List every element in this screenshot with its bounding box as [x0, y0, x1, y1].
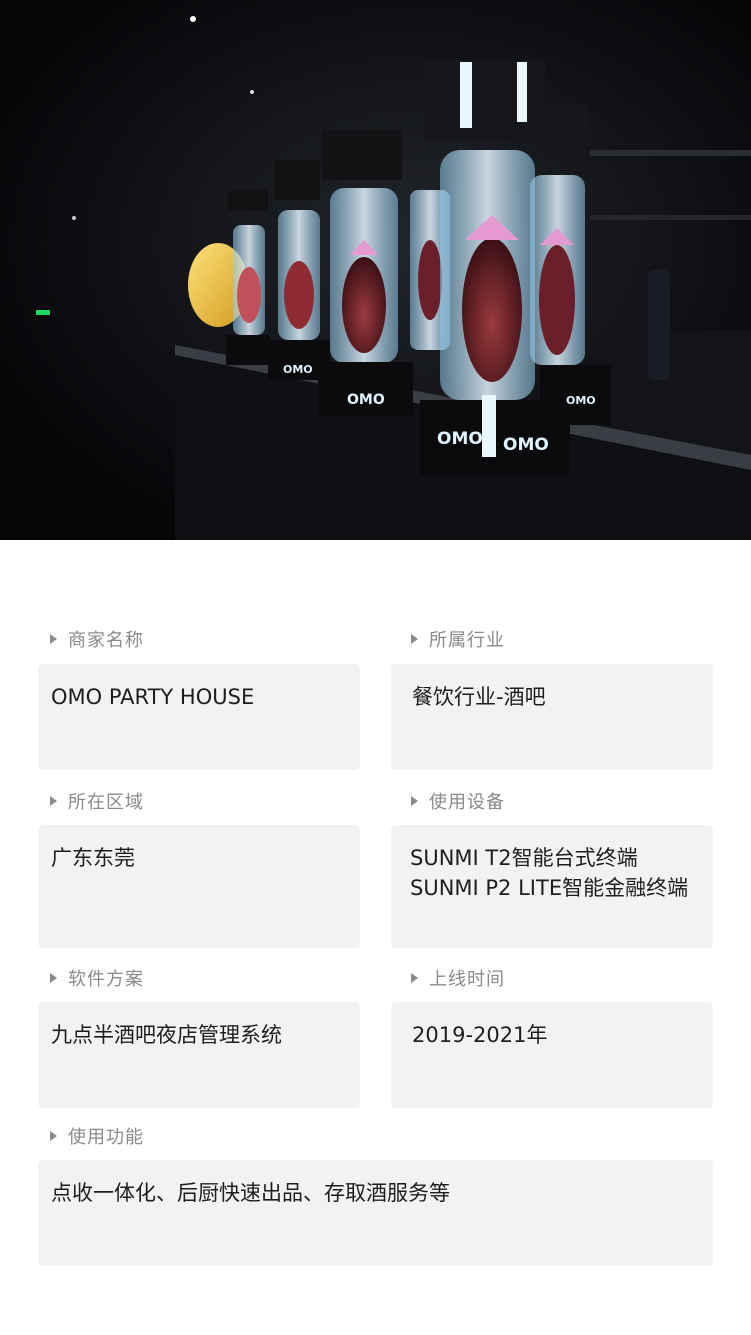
features-value-box: 点收一体化、后厨快速出品、存取酒服务等: [38, 1160, 713, 1266]
region-value-box: 广东东莞: [38, 825, 360, 948]
device-item: SUNMI P2 LITE智能金融终端: [410, 876, 689, 900]
devices-value-box: SUNMI T2智能台式终端 SUNMI P2 LITE智能金融终端: [391, 825, 713, 948]
region-value: 广东东莞: [51, 846, 135, 870]
svg-text:OMO: OMO: [347, 392, 385, 408]
software-label: 软件方案: [48, 964, 144, 992]
software-value: 九点半酒吧夜店管理系统: [51, 1023, 282, 1047]
features-label: 使用功能: [48, 1122, 144, 1150]
online-time-value-box: 2019-2021年: [391, 1002, 713, 1108]
industry-value-box: 餐饮行业-酒吧: [391, 664, 713, 770]
merchant-value-box: OMO PARTY HOUSE: [38, 664, 360, 770]
merchant-value: OMO PARTY HOUSE: [51, 685, 255, 709]
svg-text:OMO: OMO: [283, 363, 313, 376]
device-item: SUNMI T2智能台式终端: [410, 846, 638, 870]
caret-right-icon: [50, 796, 57, 806]
industry-value: 餐饮行业-酒吧: [412, 685, 546, 709]
caret-right-icon: [411, 973, 418, 983]
svg-text:OMO: OMO: [566, 394, 596, 407]
merchant-label: 商家名称: [48, 625, 144, 653]
features-value: 点收一体化、后厨快速出品、存取酒服务等: [51, 1181, 450, 1205]
region-label: 所在区域: [48, 787, 144, 815]
caret-right-icon: [50, 634, 57, 644]
caret-right-icon: [50, 973, 57, 983]
svg-text:OMO: OMO: [437, 429, 483, 449]
online-time-value: 2019-2021年: [412, 1023, 548, 1047]
hero-photo: OMO OMO OMO OMO OMO: [0, 0, 751, 540]
caret-right-icon: [411, 634, 418, 644]
bar-display-illustration: OMO OMO OMO OMO OMO: [0, 0, 751, 540]
caret-right-icon: [411, 796, 418, 806]
online-time-label: 上线时间: [409, 964, 505, 992]
devices-label: 使用设备: [409, 787, 505, 815]
caret-right-icon: [50, 1131, 57, 1141]
industry-label: 所属行业: [409, 625, 505, 653]
software-value-box: 九点半酒吧夜店管理系统: [38, 1002, 360, 1108]
svg-text:OMO: OMO: [503, 435, 549, 455]
